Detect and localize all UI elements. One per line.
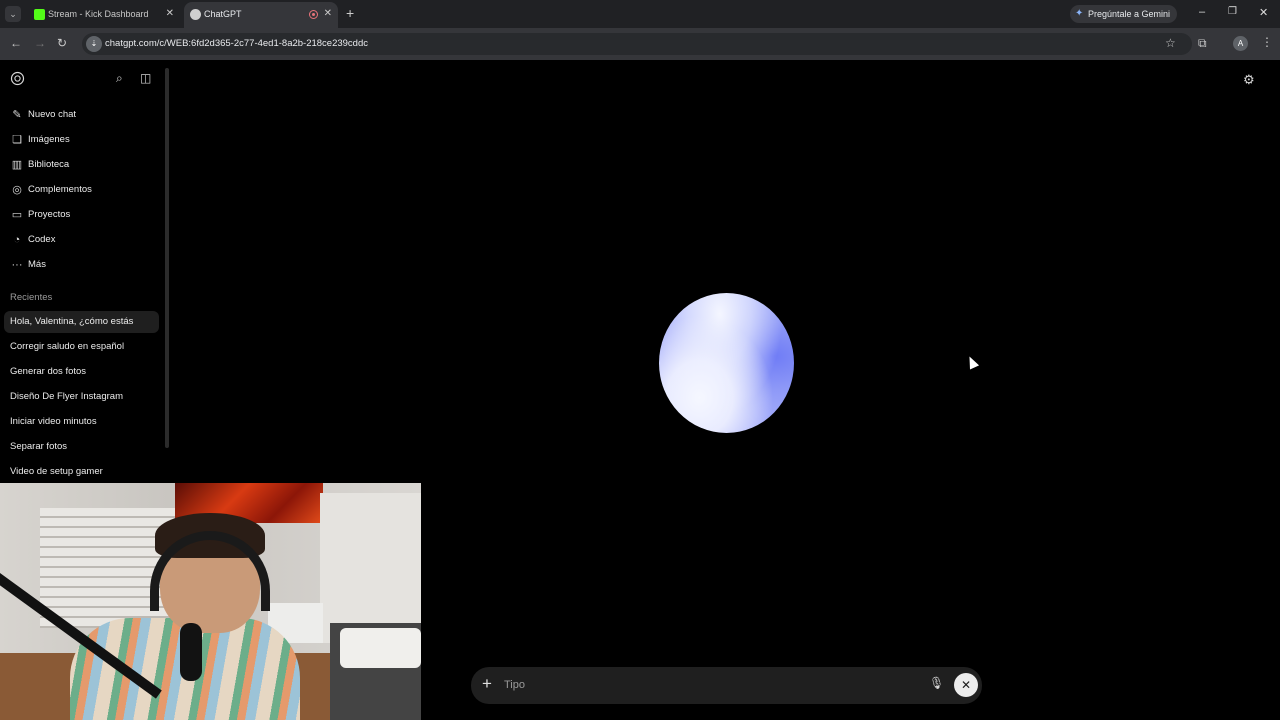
restore-button[interactable]: ❐ [1228, 6, 1237, 17]
minimize-button[interactable]: – [1199, 6, 1205, 18]
sidebar-item-more[interactable]: ··· Más [10, 255, 160, 275]
reload-icon[interactable]: ↻ [57, 36, 67, 50]
gemini-label: Pregúntale a Gemini [1088, 9, 1171, 19]
webcam-microphone [180, 623, 202, 681]
sidebar-item-new-chat[interactable]: ✎ Nuevo chat [10, 105, 160, 125]
back-arrow-icon[interactable]: ← [10, 36, 22, 50]
voice-orb [659, 293, 794, 433]
sidebar-item-library[interactable]: ▥ Biblioteca [10, 155, 160, 175]
recent-chat-item[interactable]: Iniciar video minutos [4, 411, 159, 433]
ask-gemini-button[interactable]: ✦ Pregúntale a Gemini [1070, 5, 1178, 23]
toggle-sidebar-icon[interactable]: ◫ [140, 71, 151, 85]
new-tab-button[interactable]: + [346, 5, 354, 21]
recent-chat-item[interactable]: Diseño De Flyer Instagram [4, 386, 159, 408]
tab-title: Stream - Kick Dashboard [48, 9, 149, 19]
sidebar-item-label: Proyectos [28, 209, 71, 220]
close-window-button[interactable]: ✕ [1259, 6, 1268, 19]
profile-avatar[interactable]: A [1233, 36, 1248, 51]
forward-arrow-icon[interactable]: → [34, 36, 46, 50]
browser-toolbar: ← → ↻ ⇣ chatgpt.com/c/WEB:6fd2d365-2c77-… [0, 28, 1280, 60]
tab-close-icon[interactable]: ✕ [166, 2, 174, 26]
kick-favicon-icon [34, 9, 45, 20]
library-icon: ▥ [11, 159, 23, 171]
sidebar-item-plugins[interactable]: ◎ Complementos [10, 180, 160, 200]
bookmark-star-icon[interactable]: ☆ [1165, 36, 1176, 50]
sidebar-item-codex[interactable]: ◔ Codex [10, 230, 160, 250]
recent-chat-item[interactable]: Corregir saludo en español [4, 336, 159, 358]
edit-icon: ✎ [12, 109, 22, 121]
folder-icon: ▭ [11, 209, 23, 221]
webcam-door [320, 493, 421, 643]
sidebar-item-label: Codex [28, 234, 56, 245]
sidebar-item-label: Biblioteca [28, 159, 70, 170]
sidebar-item-images[interactable]: ❏ Imágenes [10, 130, 160, 150]
recent-chat-item[interactable]: Generar dos fotos [4, 361, 159, 383]
site-info-icon[interactable]: ⇣ [86, 36, 102, 52]
images-icon: ❏ [12, 134, 22, 146]
sidebar-item-label: Complementos [28, 184, 92, 195]
tab-close-icon[interactable]: ✕ [324, 2, 332, 26]
browser-tab-bar: ⌄ Stream - Kick Dashboard ✕ ChatGPT ✕ + … [0, 0, 1280, 28]
recording-icon [309, 10, 318, 19]
gemini-sparkle-icon: ✦ [1075, 8, 1084, 19]
chatgpt-favicon-icon [190, 9, 201, 20]
recent-chat-item[interactable]: Video de setup gamer [4, 461, 159, 483]
voice-composer: + 🎙 ✕ [471, 667, 982, 704]
chatgpt-logo-icon[interactable] [10, 71, 25, 86]
sidebar-item-label: Más [28, 259, 46, 270]
recents-heading: Recientes [10, 292, 53, 303]
webcam-overlay [0, 483, 421, 720]
plugins-icon: ◎ [12, 184, 22, 196]
tab-search-button[interactable]: ⌄ [5, 6, 21, 22]
mouse-cursor-icon [964, 354, 980, 370]
tab-chatgpt[interactable]: ChatGPT ✕ [184, 2, 338, 28]
recent-chat-item[interactable]: Hola, Valentina, ¿cómo estás [4, 311, 159, 333]
tab-title: ChatGPT [204, 9, 242, 19]
url-text: chatgpt.com/c/WEB:6fd2d365-2c77-4ed1-8a2… [105, 38, 369, 49]
extensions-icon[interactable]: ⧉ [1198, 36, 1207, 51]
sidebar-item-label: Imágenes [28, 134, 70, 145]
address-bar[interactable]: ⇣ chatgpt.com/c/WEB:6fd2d365-2c77-4ed1-8… [82, 33, 1192, 55]
message-input[interactable] [504, 675, 904, 695]
codex-icon: ◔ [13, 234, 21, 246]
tab-kick-dashboard[interactable]: Stream - Kick Dashboard ✕ [28, 2, 180, 28]
voice-settings-icon[interactable]: ⚙ [1243, 72, 1255, 88]
sidebar-item-projects[interactable]: ▭ Proyectos [10, 205, 160, 225]
sidebar-item-label: Nuevo chat [28, 109, 77, 120]
search-icon[interactable]: ⌕ [116, 71, 123, 86]
browser-menu-icon[interactable]: ⋮ [1261, 35, 1273, 49]
more-icon: ··· [11, 259, 23, 271]
recent-chat-item[interactable]: Separar fotos [4, 436, 159, 458]
sidebar-scrollbar[interactable] [165, 68, 169, 448]
end-voice-button[interactable]: ✕ [954, 673, 978, 697]
mic-muted-icon[interactable]: 🎙 [929, 676, 944, 690]
webcam-bed-sheet [340, 628, 421, 668]
add-attachment-button[interactable]: + [482, 674, 492, 694]
